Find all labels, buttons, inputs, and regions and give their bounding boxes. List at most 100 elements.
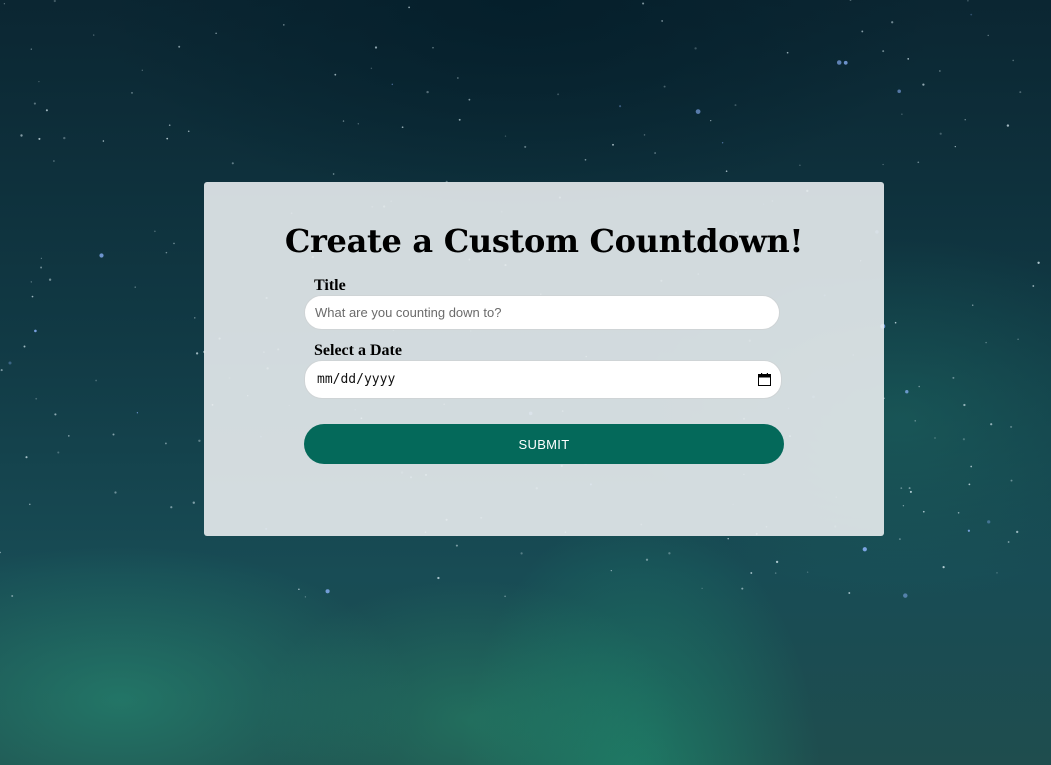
submit-button[interactable]: SUBMIT [304, 424, 784, 464]
star [141, 69, 143, 71]
star [374, 46, 378, 49]
star [663, 85, 666, 88]
star [1010, 479, 1013, 482]
star [891, 21, 894, 24]
star [610, 569, 612, 572]
star [35, 397, 38, 400]
star [54, 413, 57, 416]
star [401, 126, 404, 129]
star [654, 152, 656, 154]
star [701, 587, 703, 589]
star [34, 329, 37, 333]
star [357, 123, 359, 125]
star [30, 48, 32, 50]
star [914, 420, 916, 422]
star [198, 439, 201, 442]
star [426, 90, 429, 94]
star [836, 60, 842, 65]
star [408, 6, 410, 9]
star [710, 119, 712, 122]
star [900, 487, 903, 489]
star [727, 537, 729, 540]
star [99, 253, 104, 258]
star [45, 109, 48, 112]
star [799, 164, 801, 167]
star [990, 423, 993, 426]
star [0, 551, 1, 554]
star [166, 137, 169, 140]
star [1012, 59, 1015, 62]
star [11, 595, 14, 597]
star [165, 251, 168, 254]
star [985, 341, 987, 344]
star [1016, 530, 1019, 534]
star [334, 73, 337, 76]
star [954, 145, 956, 148]
star [843, 60, 848, 65]
star [894, 321, 897, 324]
star [996, 572, 998, 574]
star [882, 50, 885, 53]
star [908, 487, 911, 490]
calendar-icon[interactable] [758, 373, 771, 386]
star [774, 572, 777, 574]
star [905, 390, 909, 394]
star [102, 140, 105, 142]
star [31, 295, 34, 298]
star [968, 483, 971, 486]
star [952, 376, 955, 379]
star [33, 102, 36, 105]
star [970, 465, 973, 468]
page-title: Create a Custom Countdown! [284, 222, 804, 260]
star [971, 304, 974, 306]
star [806, 571, 809, 573]
star [934, 437, 936, 439]
star [907, 58, 910, 60]
star [134, 286, 136, 288]
star [897, 89, 901, 94]
star [524, 145, 527, 148]
star [3, 3, 6, 5]
star [194, 317, 196, 319]
title-field-label: Title [314, 277, 346, 294]
star [136, 412, 139, 414]
star [93, 34, 95, 36]
star [967, 0, 969, 2]
star [661, 20, 663, 22]
star [432, 46, 434, 49]
star [67, 435, 70, 437]
star [304, 596, 307, 598]
date-input-value: mm/dd/yyyy [317, 372, 396, 387]
star [114, 491, 117, 494]
star [750, 572, 753, 574]
title-input[interactable] [304, 295, 780, 330]
star [112, 433, 115, 436]
star [939, 132, 942, 135]
star [1019, 91, 1022, 94]
star [694, 47, 697, 50]
date-input[interactable]: mm/dd/yyyy [304, 360, 782, 399]
star [38, 80, 40, 83]
star [964, 119, 966, 121]
star [898, 538, 901, 541]
star [170, 506, 173, 509]
star [909, 490, 912, 493]
countdown-form-card: Create a Custom Countdown! Title Select … [204, 182, 884, 536]
star [862, 547, 867, 552]
star [903, 593, 908, 598]
star [695, 109, 701, 114]
star [902, 505, 905, 507]
star [741, 587, 744, 590]
star [48, 278, 52, 281]
star [557, 93, 560, 96]
star [342, 120, 345, 122]
star [668, 552, 671, 555]
star [734, 104, 737, 107]
star [192, 501, 195, 504]
star [619, 105, 622, 108]
star [30, 281, 32, 283]
star [178, 45, 181, 48]
star [775, 560, 779, 564]
star [25, 456, 28, 459]
star [332, 173, 335, 175]
